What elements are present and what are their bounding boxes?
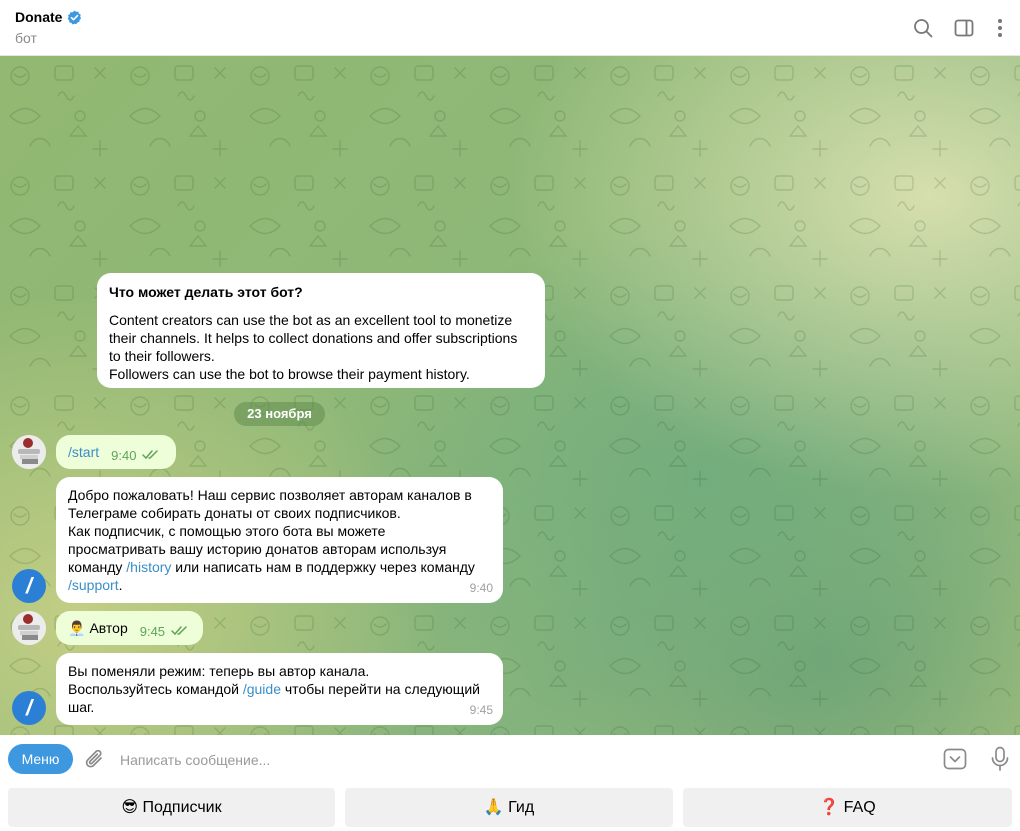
composer-bar: Меню — [0, 735, 1020, 783]
bot-description-line: Content creators can use the bot as an e… — [109, 312, 513, 328]
message-line: Как подписчик, с помощью этого бота вы м… — [68, 523, 386, 539]
attach-icon[interactable] — [84, 747, 106, 771]
verified-icon — [68, 10, 82, 25]
message-line: Добро пожаловать! Наш сервис позволяет а… — [68, 487, 472, 503]
message-text: . — [118, 577, 123, 593]
bot-avatar[interactable]: / — [12, 569, 46, 603]
date-separator: 23 ноября — [234, 402, 325, 426]
message-line: шаг. — [68, 699, 95, 715]
bot-description-card: Что может делать этот бот? Content creat… — [97, 273, 545, 388]
bot-description-line: their channels. It helps to collect dona… — [109, 330, 518, 346]
incoming-message[interactable]: Добро пожаловать! Наш сервис позволяет а… — [56, 477, 503, 603]
double-check-icon — [142, 450, 159, 460]
bot-avatar[interactable]: / — [12, 691, 46, 725]
menu-button[interactable]: Меню — [8, 744, 73, 774]
chat-subtitle: бот — [15, 30, 37, 46]
double-check-icon — [171, 626, 187, 636]
incoming-message[interactable]: Вы поменяли режим: теперь вы автор канал… — [56, 653, 503, 725]
message-time: 9:45 — [469, 703, 493, 717]
outgoing-message[interactable]: /start 9:40 — [56, 435, 176, 469]
more-vertical-icon[interactable] — [989, 17, 1011, 39]
message-text: Автор — [89, 620, 128, 636]
chat-header: Donate бот — [0, 0, 1020, 56]
chat-area[interactable]: Что может делать этот бот? Content creat… — [0, 56, 1020, 735]
message-text: чтобы перейти на следующий — [281, 681, 480, 697]
bot-description-line: to their followers. — [109, 348, 215, 364]
message-line: команду /history или написать нам в подд… — [68, 558, 491, 576]
microphone-icon[interactable] — [990, 746, 1010, 772]
guide-button[interactable]: 🙏 Гид — [345, 788, 673, 827]
message-text: Воспользуйтесь командой — [68, 681, 243, 697]
message-time: 9:40 — [111, 447, 137, 463]
subscriber-button[interactable]: 😎 Подписчик — [8, 788, 335, 827]
message-text: /start — [68, 444, 100, 460]
user-avatar-image — [12, 435, 46, 469]
sidebar-toggle-icon[interactable] — [953, 17, 975, 39]
message-emoji: 👨‍💼 — [68, 619, 86, 636]
bot-description-line: Followers can use the bot to browse thei… — [109, 366, 470, 382]
search-icon[interactable] — [912, 17, 934, 39]
chat-title-row[interactable]: Donate — [15, 9, 82, 25]
message-time: 9:40 — [469, 581, 493, 595]
user-avatar[interactable] — [12, 611, 46, 645]
message-line: Вы поменяли режим: теперь вы автор канал… — [68, 663, 370, 679]
keyboard-icon[interactable] — [943, 747, 967, 771]
bot-reply-keyboard: 😎 Подписчик 🙏 Гид ❓ FAQ — [0, 783, 1020, 831]
message-time: 9:45 — [139, 623, 166, 639]
message-text: команду — [68, 559, 127, 575]
history-command-link[interactable]: /history — [126, 559, 171, 575]
message-line: Воспользуйтесь командой /guide чтобы пер… — [68, 680, 491, 698]
support-command-link[interactable]: /support — [68, 577, 119, 593]
bot-description-title: Что может делать этот бот? — [109, 284, 303, 300]
user-avatar[interactable] — [12, 435, 46, 469]
guide-command-link[interactable]: /guide — [243, 681, 281, 697]
message-line: Телеграме собирать донаты от своих подпи… — [68, 505, 401, 521]
message-line: /support. — [68, 576, 491, 594]
chat-title: Donate — [15, 9, 63, 25]
outgoing-message[interactable]: 👨‍💼 Автор 9:45 — [56, 611, 203, 645]
user-avatar-image — [12, 611, 46, 645]
message-line: просматривать вашу историю донатов автор… — [68, 541, 447, 557]
message-input[interactable] — [118, 744, 922, 776]
message-text: или написать нам в поддержку через коман… — [171, 559, 475, 575]
faq-button[interactable]: ❓ FAQ — [683, 788, 1012, 827]
